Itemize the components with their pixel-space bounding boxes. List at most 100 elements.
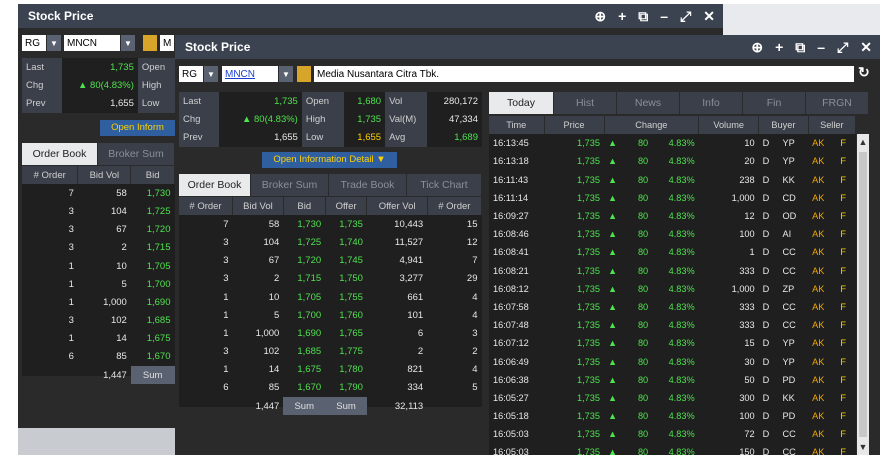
add-icon[interactable]: + xyxy=(775,39,783,55)
chevron-down-icon[interactable]: ▼ xyxy=(121,35,135,51)
table-row[interactable]: 16:05:03 1,735 ▲ 80 4.83% 72 D CC AK F xyxy=(489,425,856,443)
code-input[interactable]: MNCN xyxy=(64,35,120,51)
favorite-icon[interactable] xyxy=(297,66,311,82)
minimize-icon[interactable]: – xyxy=(817,39,825,55)
favorite-icon[interactable] xyxy=(143,35,157,51)
scroll-thumb[interactable] xyxy=(859,152,867,437)
board-select[interactable]: RG xyxy=(22,35,46,51)
back-window-titlebar[interactable]: Stock Price ⊕ + ⧉ – ⤢ ✕ xyxy=(18,4,723,28)
table-row[interactable]: 16:07:58 1,735 ▲ 80 4.83% 333 D CC AK F xyxy=(489,298,856,316)
scroll-down-icon[interactable]: ▼ xyxy=(857,441,869,453)
bid-volume: 14 xyxy=(116,333,127,345)
buyer-code: CC xyxy=(782,320,796,331)
trade-time: 16:05:03 xyxy=(493,447,529,455)
column-header: # Order xyxy=(427,197,483,216)
tab-broker-sum[interactable]: Broker Sum xyxy=(98,143,175,165)
trade-change-percent: 4.83% xyxy=(668,283,695,294)
tab-today[interactable]: Today xyxy=(489,92,554,114)
table-row[interactable]: 1 5 1,700 xyxy=(22,275,175,293)
table-row[interactable]: 16:08:12 1,735 ▲ 80 4.83% 1,000 D ZP AK F xyxy=(489,280,856,298)
open-information-toggle[interactable]: Open Inform xyxy=(100,120,175,136)
chevron-down-icon[interactable]: ▼ xyxy=(204,66,218,82)
table-row[interactable]: 16:08:41 1,735 ▲ 80 4.83% 1 D CC AK F xyxy=(489,243,856,261)
table-row[interactable]: 3 104 1,725 1,740 11,527 12 xyxy=(179,233,482,251)
chevron-down-icon[interactable]: ▼ xyxy=(279,66,293,82)
table-row[interactable]: 1 10 1,705 xyxy=(22,257,175,275)
maximize-icon[interactable]: ⤢ xyxy=(837,39,848,56)
table-row[interactable]: 16:09:27 1,735 ▲ 80 4.83% 12 D OD AK F xyxy=(489,207,856,225)
seller-type: F xyxy=(840,320,847,331)
table-row[interactable]: 3 102 1,685 xyxy=(22,312,175,330)
company-field[interactable]: M xyxy=(160,35,174,51)
trade-change: 80 xyxy=(637,447,649,455)
table-row[interactable]: 16:08:21 1,735 ▲ 80 4.83% 333 D CC AK F xyxy=(489,262,856,280)
board-select[interactable]: RG xyxy=(179,66,203,82)
trade-change: 80 xyxy=(637,320,649,331)
table-row[interactable]: 16:11:14 1,735 ▲ 80 4.83% 1,000 D CD AK F xyxy=(489,189,856,207)
table-row[interactable]: 16:07:12 1,735 ▲ 80 4.83% 15 D YP AK F xyxy=(489,334,856,352)
refresh-icon[interactable]: ↻ xyxy=(858,64,870,81)
table-row[interactable]: 3 102 1,685 1,775 2 2 xyxy=(179,343,482,361)
table-row[interactable]: 16:06:49 1,735 ▲ 80 4.83% 30 D YP AK F xyxy=(489,352,856,370)
trade-scrollbar[interactable]: ▲ ▼ xyxy=(857,134,869,455)
table-row[interactable]: 7 58 1,730 1,735 10,443 15 xyxy=(179,215,482,233)
up-arrow-icon: ▲ xyxy=(608,138,618,149)
table-row[interactable]: 3 67 1,720 1,745 4,941 7 xyxy=(179,252,482,270)
table-row[interactable]: 1 14 1,675 1,780 821 4 xyxy=(179,361,482,379)
trade-change-percent: 4.83% xyxy=(668,301,695,312)
close-icon[interactable]: ✕ xyxy=(703,8,715,25)
buyer-code: CC xyxy=(782,429,796,440)
table-row[interactable]: 16:11:43 1,735 ▲ 80 4.83% 238 D KK AK F xyxy=(489,171,856,189)
trade-time: 16:13:45 xyxy=(493,138,529,149)
table-row[interactable]: 16:06:38 1,735 ▲ 80 4.83% 50 D PD AK F xyxy=(489,371,856,389)
table-row[interactable]: 16:13:18 1,735 ▲ 80 4.83% 20 D YP AK F xyxy=(489,152,856,170)
table-row[interactable]: 16:08:46 1,735 ▲ 80 4.83% 100 D AI AK F xyxy=(489,225,856,243)
table-row[interactable]: 7 58 1,730 xyxy=(22,184,175,202)
tab-info[interactable]: Info xyxy=(680,92,743,114)
tab-tick-chart[interactable]: Tick Chart xyxy=(407,174,482,196)
trade-price: 1,735 xyxy=(577,174,600,185)
table-row[interactable]: 16:13:45 1,735 ▲ 80 4.83% 10 D YP AK F xyxy=(489,134,856,152)
add-icon[interactable]: + xyxy=(618,8,626,24)
tab-frgn[interactable]: FRGN xyxy=(806,92,869,114)
tab-order-book[interactable]: Order Book xyxy=(22,143,98,165)
duplicate-icon[interactable]: ⧉ xyxy=(795,39,805,56)
tab-hist[interactable]: Hist xyxy=(554,92,617,114)
duplicate-icon[interactable]: ⧉ xyxy=(638,8,648,25)
tab-trade-book[interactable]: Trade Book xyxy=(329,174,407,196)
table-row[interactable]: 1 10 1,705 1,755 661 4 xyxy=(179,288,482,306)
table-row[interactable]: 1 14 1,675 xyxy=(22,330,175,348)
table-row[interactable]: 6 85 1,670 xyxy=(22,348,175,366)
table-row[interactable]: 1 1,000 1,690 xyxy=(22,293,175,311)
maximize-icon[interactable]: ⤢ xyxy=(680,8,691,25)
table-row[interactable]: 16:07:48 1,735 ▲ 80 4.83% 333 D CC AK F xyxy=(489,316,856,334)
table-row[interactable]: 3 2 1,715 xyxy=(22,239,175,257)
tab-broker-sum[interactable]: Broker Sum xyxy=(251,174,329,196)
tab-news[interactable]: News xyxy=(617,92,680,114)
table-row[interactable]: 16:05:18 1,735 ▲ 80 4.83% 100 D PD AK F xyxy=(489,407,856,425)
trade-time: 16:09:27 xyxy=(493,211,529,222)
table-row[interactable]: 3 2 1,715 1,750 3,277 29 xyxy=(179,270,482,288)
company-name-field[interactable]: Media Nusantara Citra Tbk. xyxy=(314,66,854,82)
trade-price: 1,735 xyxy=(577,374,600,385)
table-row[interactable]: 16:05:27 1,735 ▲ 80 4.83% 300 D KK AK F xyxy=(489,389,856,407)
table-row[interactable]: 3 67 1,720 xyxy=(22,221,175,239)
code-input[interactable]: MNCN xyxy=(222,66,278,82)
close-icon[interactable]: ✕ xyxy=(860,39,872,56)
table-row[interactable]: 3 104 1,725 xyxy=(22,202,175,220)
scroll-up-icon[interactable]: ▲ xyxy=(857,136,869,148)
tab-order-book[interactable]: Order Book xyxy=(179,174,251,196)
tab-fin[interactable]: Fin xyxy=(743,92,806,114)
popout-icon[interactable]: ⊕ xyxy=(594,8,606,25)
table-row[interactable]: 1 5 1,700 1,760 101 4 xyxy=(179,306,482,324)
up-arrow-icon: ▲ xyxy=(608,211,618,222)
table-row[interactable]: 1 1,000 1,690 1,765 6 3 xyxy=(179,324,482,342)
column-header: Change xyxy=(604,116,700,135)
chevron-down-icon[interactable]: ▼ xyxy=(47,35,61,51)
front-window-titlebar[interactable]: Stock Price ⊕ + ⧉ – ⤢ ✕ xyxy=(175,35,880,59)
minimize-icon[interactable]: – xyxy=(660,8,668,24)
table-row[interactable]: 6 85 1,670 1,790 334 5 xyxy=(179,379,482,397)
open-information-detail-toggle[interactable]: Open Information Detail ▼ xyxy=(262,152,397,168)
table-row[interactable]: 16:05:03 1,735 ▲ 80 4.83% 150 D CC AK F xyxy=(489,443,856,455)
popout-icon[interactable]: ⊕ xyxy=(751,39,763,56)
